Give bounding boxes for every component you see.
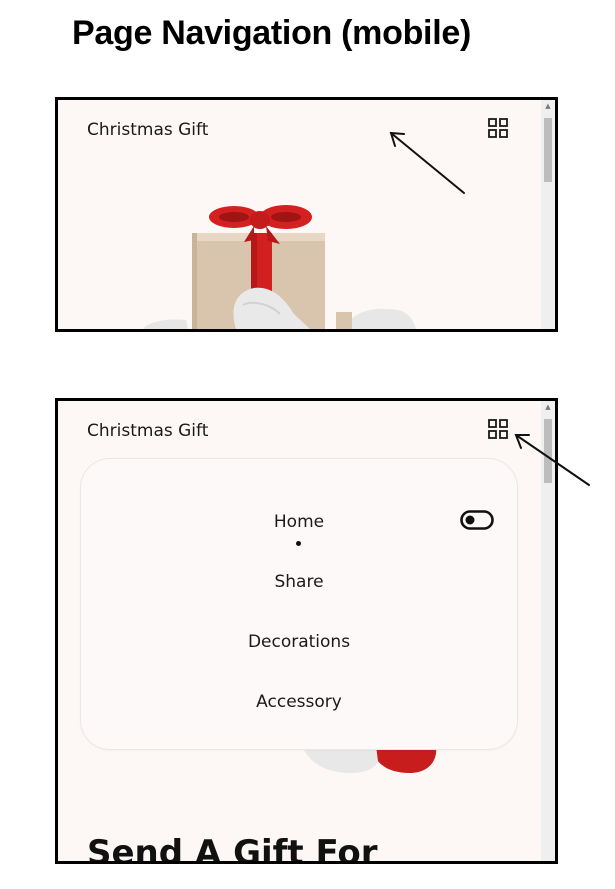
annotation-arrow-icon bbox=[514, 434, 590, 486]
annotation-arrow-icon bbox=[389, 131, 465, 194]
annotation-arrows bbox=[389, 131, 590, 486]
